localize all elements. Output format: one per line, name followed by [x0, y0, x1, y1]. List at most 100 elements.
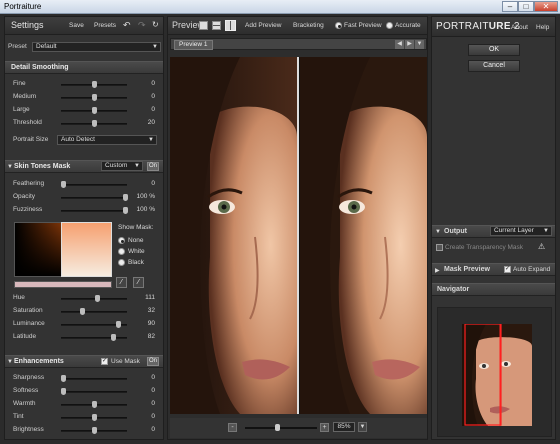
cancel-button[interactable]: Cancel: [468, 60, 520, 72]
undo-icon[interactable]: ↶: [123, 20, 131, 31]
enh-sharpness-slider-track[interactable]: [61, 378, 127, 380]
auto-expand-checkbox[interactable]: ✓: [504, 266, 511, 273]
bracketing-button[interactable]: Bracketing: [293, 22, 324, 29]
preset-select[interactable]: Default ▼: [32, 42, 161, 52]
maximize-icon[interactable]: □: [518, 1, 534, 12]
help-button[interactable]: Help: [536, 24, 549, 31]
add-preview-button[interactable]: Add Preview: [245, 22, 282, 29]
hsl-luminance-value: 90: [147, 320, 155, 327]
show-mask-none-radio[interactable]: [118, 237, 125, 244]
tab-menu-icon[interactable]: ▼: [415, 40, 424, 49]
fast-preview-radio[interactable]: [335, 22, 342, 29]
zoom-level[interactable]: 85%: [333, 422, 355, 432]
detail-fine-slider-handle[interactable]: [92, 81, 97, 88]
skin-feathering-slider-handle[interactable]: [61, 181, 66, 188]
skin-opacity-slider-handle[interactable]: [123, 194, 128, 201]
enh-tint-slider-handle[interactable]: [92, 414, 97, 421]
hsl-saturation-slider-handle[interactable]: [79, 308, 85, 315]
presets-button[interactable]: Presets: [94, 22, 116, 29]
preview-toolbar: Preview Add Preview Bracketing Fast Prev…: [168, 17, 427, 35]
hsl-hue-slider-handle[interactable]: [95, 295, 101, 302]
color-selection-box[interactable]: [61, 222, 112, 277]
enh-sharpness-slider-handle[interactable]: [61, 375, 66, 382]
detail-smoothing-header[interactable]: Detail Smoothing: [5, 61, 163, 74]
about-button[interactable]: About: [511, 24, 528, 31]
tab-preview-1[interactable]: Preview 1: [174, 40, 213, 50]
enh-softness-slider-handle[interactable]: [61, 388, 66, 395]
hsl-latitude-slider-handle[interactable]: [110, 334, 116, 341]
detail-threshold-label: Threshold: [13, 119, 42, 126]
minimize-icon[interactable]: –: [502, 1, 518, 12]
skin-mode-select[interactable]: Custom ▼: [101, 161, 143, 171]
detail-smoothing-title: Detail Smoothing: [11, 64, 69, 71]
enh-softness-slider-track[interactable]: [61, 391, 127, 393]
chevron-right-icon[interactable]: ▶: [405, 40, 414, 49]
chevron-down-icon: ▼: [134, 163, 140, 169]
close-icon[interactable]: ✕: [534, 1, 558, 12]
enh-brightness-slider-handle[interactable]: [92, 427, 97, 434]
save-button[interactable]: Save: [69, 22, 84, 29]
hsl-latitude-slider-track[interactable]: [61, 337, 127, 339]
skin-fuzziness-slider-handle[interactable]: [123, 207, 128, 214]
detail-large-value: 0: [151, 106, 155, 113]
skin-feathering-slider-track[interactable]: [61, 184, 127, 186]
detail-large-row: Large 0: [5, 104, 163, 116]
enh-warmth-value: 0: [151, 400, 155, 407]
split-vertical-icon[interactable]: [225, 20, 236, 31]
enh-sharpness-row: Sharpness 0: [5, 372, 163, 384]
split-divider[interactable]: [297, 57, 299, 414]
hsl-hue-slider-track[interactable]: [61, 298, 127, 300]
eyedropper-icon[interactable]: ⁄: [116, 277, 127, 288]
detail-threshold-slider-handle[interactable]: [92, 120, 97, 127]
detail-large-label: Large: [13, 106, 30, 113]
hsl-luminance-row: Luminance 90: [5, 318, 163, 330]
single-view-icon[interactable]: [199, 21, 208, 30]
portrait-size-select[interactable]: Auto Detect ▼: [57, 135, 157, 145]
zoom-slider-handle[interactable]: [275, 424, 281, 431]
navigator-thumbnail[interactable]: [462, 324, 532, 426]
ok-button[interactable]: OK: [468, 44, 520, 56]
chevron-down-icon: ▼: [543, 228, 549, 234]
chevron-down-icon[interactable]: ▼: [358, 422, 367, 432]
settings-title: Settings: [11, 20, 44, 30]
create-mask-checkbox[interactable]: [436, 244, 443, 251]
chevron-left-icon[interactable]: ◀: [395, 40, 404, 49]
accurate-radio[interactable]: [386, 22, 393, 29]
hsl-saturation-value: 32: [147, 307, 155, 314]
split-horizontal-icon[interactable]: [212, 21, 221, 30]
right-panel: PORTRAITURE 2 About Help OK Cancel ▼ Out…: [431, 16, 556, 440]
zoom-out-button[interactable]: -: [228, 423, 237, 432]
show-mask-black-radio[interactable]: [118, 259, 125, 266]
zoom-track[interactable]: [245, 427, 317, 429]
skin-opacity-slider-track[interactable]: [61, 197, 127, 199]
reset-icon[interactable]: ↻: [152, 20, 159, 29]
show-mask-white-radio[interactable]: [118, 248, 125, 255]
enh-softness-label: Softness: [13, 387, 39, 394]
enhancements-on-toggle[interactable]: On: [147, 357, 159, 366]
accurate-label: Accurate: [395, 22, 421, 29]
enh-softness-value: 0: [151, 387, 155, 394]
hsl-saturation-slider-track[interactable]: [61, 311, 127, 313]
enh-sharpness-value: 0: [151, 374, 155, 381]
skin-fuzziness-label: Fuzziness: [13, 206, 43, 213]
zoom-in-button[interactable]: +: [320, 423, 329, 432]
skin-opacity-label: Opacity: [13, 193, 36, 200]
hsl-saturation-row: Saturation 32: [5, 305, 163, 317]
preview-image-area[interactable]: [170, 57, 427, 414]
preset-label: Preset: [8, 43, 27, 50]
detail-large-slider-handle[interactable]: [92, 107, 97, 114]
output-select[interactable]: Current Layer ▼: [490, 226, 552, 236]
output-value: Current Layer: [494, 227, 534, 234]
hsl-saturation-label: Saturation: [13, 307, 43, 314]
use-mask-checkbox[interactable]: ✓: [101, 358, 108, 365]
eyedropper-plus-icon[interactable]: ⁄: [133, 277, 144, 288]
hsl-luminance-slider-handle[interactable]: [115, 321, 121, 328]
enh-warmth-slider-handle[interactable]: [92, 401, 97, 408]
use-mask-label: Use Mask: [111, 358, 140, 365]
detail-fine-label: Fine: [13, 80, 26, 87]
detail-medium-slider-handle[interactable]: [92, 94, 97, 101]
redo-icon[interactable]: ↷: [138, 20, 146, 31]
fast-preview-label: Fast Preview: [344, 22, 382, 29]
skin-fuzziness-slider-track[interactable]: [61, 210, 127, 212]
skin-on-toggle[interactable]: On: [147, 162, 159, 171]
